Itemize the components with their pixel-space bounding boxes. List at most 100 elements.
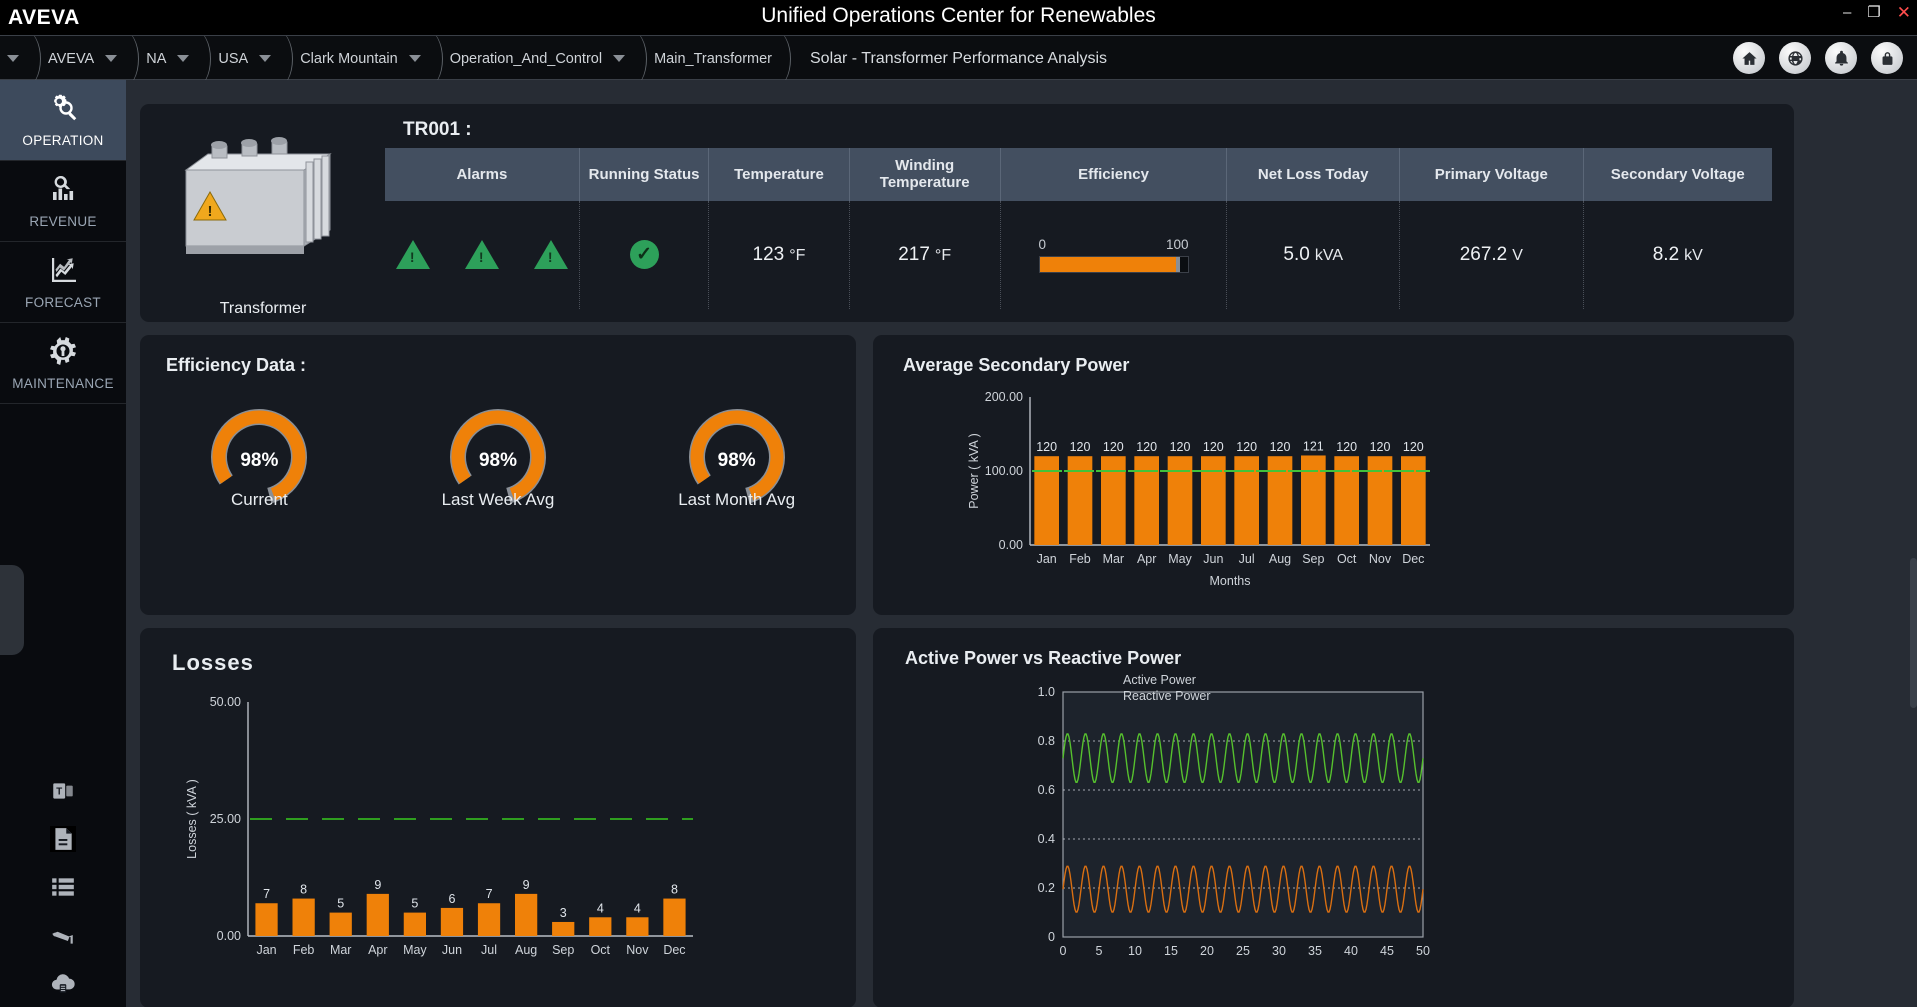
chevron-down-icon[interactable] [259, 55, 272, 62]
svg-text:Jul: Jul [1239, 552, 1255, 566]
svg-text:Oct: Oct [591, 943, 611, 957]
gauge-value: 98% [240, 450, 279, 471]
bar: 120 [1034, 440, 1059, 545]
chevron-down-icon[interactable] [7, 55, 19, 62]
sidebar-item-revenue[interactable]: REVENUE [0, 161, 126, 242]
svg-text:15: 15 [1164, 944, 1178, 958]
breadcrumb: AVEVA NA USA Clark Mountain Operation_An… [0, 36, 794, 81]
chevron-down-icon[interactable] [105, 55, 118, 62]
breadcrumb-item-na[interactable]: NA [142, 51, 170, 67]
svg-text:40: 40 [1344, 944, 1358, 958]
header-icon-group [1733, 42, 1903, 74]
breadcrumb-item-main-transformer[interactable]: Main_Transformer [650, 51, 776, 67]
svg-text:Dec: Dec [663, 943, 685, 957]
winding-temperature-cell: 217 °F [848, 200, 1001, 309]
breadcrumb-item-clark-mountain[interactable]: Clark Mountain [296, 51, 402, 67]
document-icon[interactable] [0, 815, 126, 863]
svg-text:T: T [56, 786, 62, 797]
alarms-cell[interactable] [385, 201, 579, 309]
svg-text:0.00: 0.00 [999, 538, 1023, 552]
bar: 9 [366, 878, 389, 936]
kpi-header-secondary-voltage: Secondary Voltage [1582, 148, 1772, 201]
window-controls: – ❐ ✕ [1843, 4, 1911, 22]
svg-text:50: 50 [1416, 944, 1430, 958]
gauge-value: 98% [717, 450, 756, 471]
bar: 4 [589, 901, 612, 936]
svg-text:0.00: 0.00 [217, 929, 241, 943]
efficiency-cell: 0 100 [999, 200, 1227, 309]
bar: 120 [1234, 440, 1259, 545]
svg-text:Months: Months [1210, 574, 1251, 588]
gauge-value: 98% [478, 450, 517, 471]
temperature-value: 123 [752, 243, 785, 265]
bar: 120 [1334, 440, 1359, 545]
svg-text:Sep: Sep [1302, 552, 1324, 566]
gear-magnifier-icon [46, 92, 80, 129]
breadcrumb-bar: AVEVA NA USA Clark Mountain Operation_An… [0, 35, 1917, 81]
main-content: TR001 : ! Transformer Alarms Running Sta… [126, 80, 1917, 1007]
svg-text:Jun: Jun [442, 943, 462, 957]
close-button[interactable]: ✕ [1897, 4, 1911, 22]
breadcrumb-item-aveva[interactable]: AVEVA [44, 51, 98, 67]
bar: 7 [477, 887, 501, 936]
efficiency-card-title: Efficiency Data : [166, 355, 307, 375]
teams-icon[interactable]: T [0, 767, 126, 815]
sidebar: OPERATION REVENUE FORECAST MAINTENANCE T [0, 80, 126, 1007]
svg-text:50.00: 50.00 [210, 695, 241, 709]
svg-text:120: 120 [1236, 440, 1257, 454]
svg-text:Nov: Nov [626, 943, 649, 957]
svg-text:Jan: Jan [1037, 552, 1057, 566]
list-icon[interactable] [0, 863, 126, 911]
gear-wrench-icon [46, 335, 80, 372]
svg-text:120: 120 [1370, 440, 1391, 454]
cloud-database-icon[interactable] [0, 959, 126, 1007]
warning-triangle-icon[interactable] [395, 240, 430, 269]
breadcrumb-item-usa[interactable]: USA [214, 51, 252, 67]
svg-text:Apr: Apr [1137, 552, 1156, 566]
warning-triangle-icon[interactable] [533, 240, 568, 269]
breadcrumb-separator [124, 36, 142, 81]
sidebar-scroll-handle[interactable] [0, 565, 24, 655]
kpi-header-running-status: Running Status [578, 148, 709, 201]
svg-text:5: 5 [1096, 944, 1103, 958]
breadcrumb-separator [196, 36, 214, 81]
primary-voltage-unit: V [1512, 246, 1523, 264]
warning-triangle-icon[interactable] [464, 240, 499, 269]
svg-text:4: 4 [597, 901, 604, 915]
breadcrumb-item-operation-and-control[interactable]: Operation_And_Control [446, 51, 606, 67]
lock-icon[interactable] [1871, 42, 1903, 74]
bell-icon[interactable] [1825, 42, 1857, 74]
temperature-cell: 123 °F [708, 200, 850, 309]
kpi-value-row: ✓ 123°F 217°F 0 100 [385, 200, 1772, 309]
svg-text:120: 120 [1170, 440, 1191, 454]
bar: 6 [440, 892, 464, 936]
bar: 120 [1101, 440, 1126, 545]
sidebar-item-forecast[interactable]: FORECAST [0, 242, 126, 323]
gauge-caption: Last Month Avg [678, 490, 796, 509]
sidebar-item-label: FORECAST [25, 295, 101, 310]
kpi-header-winding-temperature: Winding Temperature [848, 148, 1001, 201]
chevron-down-icon[interactable] [613, 55, 626, 62]
svg-text:9: 9 [523, 878, 530, 892]
secondary-voltage-unit: kV [1684, 246, 1703, 264]
kpi-header-net-loss-today: Net Loss Today [1226, 148, 1400, 201]
chevron-down-icon[interactable] [408, 55, 421, 62]
bar: 9 [515, 878, 538, 936]
home-icon[interactable] [1733, 42, 1765, 74]
globe-icon[interactable] [1779, 42, 1811, 74]
maximize-button[interactable]: ❐ [1867, 4, 1880, 22]
vertical-scrollbar[interactable] [1910, 558, 1917, 708]
losses-title: Losses [172, 650, 254, 675]
efficiency-data-card: Efficiency Data : 98% Current 98% Last Week… [140, 335, 856, 615]
svg-text:Jun: Jun [1203, 552, 1223, 566]
breadcrumb-separator [632, 36, 650, 81]
sidebar-item-maintenance[interactable]: MAINTENANCE [0, 323, 126, 404]
chevron-down-icon[interactable] [177, 55, 190, 62]
camera-icon[interactable] [0, 911, 126, 959]
legend-entry: Active Power [1123, 673, 1196, 687]
minimize-button[interactable]: – [1843, 4, 1851, 22]
sidebar-item-operation[interactable]: OPERATION [0, 80, 126, 161]
net-loss-today-cell: 5.0 kVA [1226, 200, 1400, 309]
svg-text:120: 120 [1136, 440, 1157, 454]
svg-text:200.00: 200.00 [985, 390, 1023, 404]
